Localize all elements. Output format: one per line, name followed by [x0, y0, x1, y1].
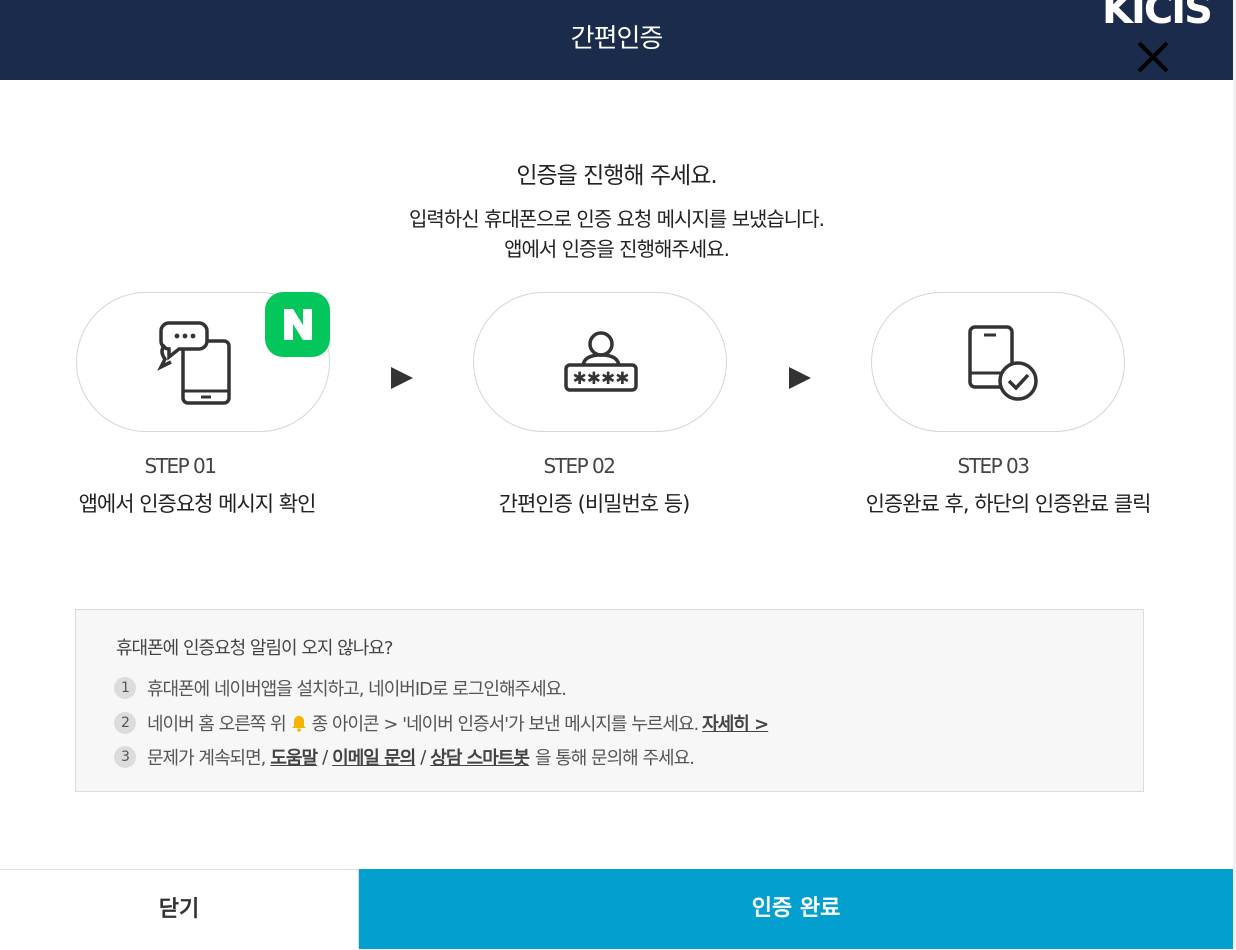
step-01-description: 앱에서 인증요청 메시지 확인 [78, 492, 317, 516]
phone-chat-icon [157, 321, 231, 405]
step-03-description: 인증완료 후, 하단의 인증완료 클릭 [865, 492, 1152, 516]
help-item-1: 1 휴대폰에 네이버앱을 설치하고, 네이버ID로 로그인해주세요. [114, 675, 567, 701]
step-arrow-2 [789, 367, 811, 389]
intro-title: 인증을 진행해 주세요. [516, 163, 717, 189]
help-item-text: 휴대폰에 네이버앱을 설치하고, 네이버ID로 로그인해주세요. [147, 679, 567, 700]
separator: / [322, 746, 328, 768]
naver-app-badge [265, 292, 330, 357]
header-bar: 간편인증 KICIS [0, 0, 1233, 80]
page-title: 간편인증 [570, 24, 664, 54]
step-03-card [871, 292, 1125, 432]
step-arrow-1 [391, 367, 413, 389]
phone-check-icon [968, 325, 1038, 401]
details-link[interactable]: 자세히 > [702, 710, 769, 736]
email-inquiry-link[interactable]: 이메일 문의 [332, 744, 416, 770]
svg-text:✱✱✱✱: ✱✱✱✱ [573, 369, 630, 389]
footer-bar: 닫기 인증 완료 [0, 869, 1233, 949]
user-password-icon: ✱✱✱✱ [564, 331, 638, 392]
number-badge: 2 [114, 712, 136, 734]
bell-icon [291, 716, 306, 732]
intro-description: 입력하신 휴대폰으로 인증 요청 메시지를 보냈습니다. 앱에서 인증을 진행해… [0, 204, 1233, 264]
help-item-text-before: 네이버 홈 오른쪽 위 [147, 714, 287, 735]
auth-complete-button[interactable]: 인증 완료 [359, 869, 1233, 949]
naver-n-icon [284, 309, 312, 340]
smartbot-link[interactable]: 상담 스마트봇 [430, 744, 530, 770]
help-item-text-after: 을 통해 문의해 주세요. [534, 748, 695, 769]
number-badge: 3 [114, 746, 136, 768]
number-badge: 1 [114, 677, 136, 699]
separator: / [420, 746, 426, 768]
help-link[interactable]: 도움말 [270, 744, 318, 770]
step-03-number: STEP 03 [957, 454, 1030, 478]
close-button[interactable]: 닫기 [0, 869, 359, 949]
help-item-text-after: 종 아이콘 > '네이버 인증서'가 보낸 메시지를 누르세요. [311, 714, 700, 735]
help-item-2: 2 네이버 홈 오른쪽 위 종 아이콘 > '네이버 인증서'가 보낸 메시지를… [114, 710, 769, 736]
step-02-description: 간편인증 (비밀번호 등) [498, 492, 691, 516]
step-01-number: STEP 01 [144, 454, 217, 478]
step-02-number: STEP 02 [543, 454, 616, 478]
intro-desc-line1: 입력하신 휴대폰으로 인증 요청 메시지를 보냈습니다. [409, 207, 825, 231]
close-icon[interactable] [1136, 40, 1170, 74]
help-box: 휴대폰에 인증요청 알림이 오지 않나요? 1 휴대폰에 네이버앱을 설치하고,… [75, 609, 1144, 792]
step-02-card: ✱✱✱✱ [473, 292, 727, 432]
help-item-text-before: 문제가 계속되면, [147, 748, 266, 769]
intro-desc-line2: 앱에서 인증을 진행해주세요. [504, 237, 730, 261]
help-title: 휴대폰에 인증요청 알림이 오지 않나요? [116, 638, 393, 659]
kicis-logo: KICIS [1102, 0, 1213, 33]
help-item-3: 3 문제가 계속되면, 도움말 / 이메일 문의 / 상담 스마트봇 을 통해 … [114, 744, 695, 770]
